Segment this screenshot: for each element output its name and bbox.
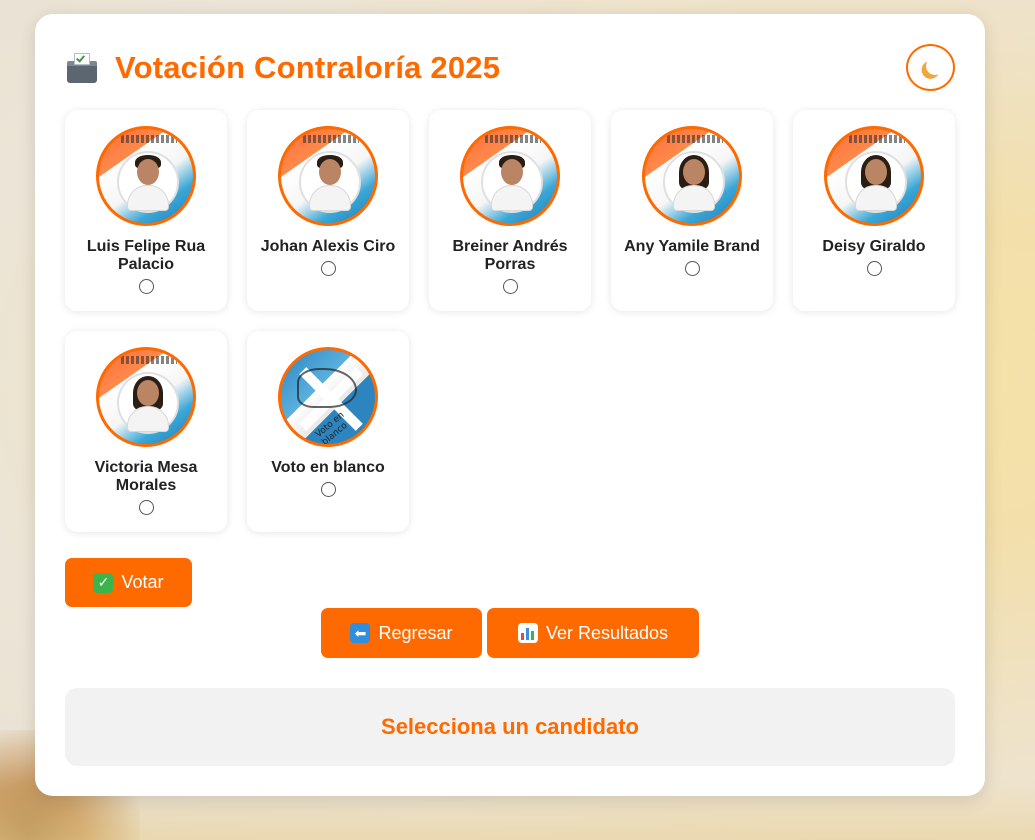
candidate-name: Breiner Andrés Porras bbox=[452, 238, 568, 273]
theme-toggle-button[interactable] bbox=[906, 44, 955, 91]
candidate-name: Voto en blanco bbox=[271, 459, 385, 476]
candidate-grid: Luis Felipe Rua Palacio Johan Alexis Cir… bbox=[65, 110, 957, 532]
candidate-name: Victoria Mesa Morales bbox=[94, 459, 198, 494]
bar-chart-icon bbox=[517, 623, 538, 643]
candidate-radio[interactable] bbox=[502, 279, 518, 294]
candidate-name: Luis Felipe Rua Palacio bbox=[86, 238, 206, 273]
candidate-radio[interactable] bbox=[138, 500, 154, 515]
candidate-radio[interactable] bbox=[320, 482, 336, 497]
candidate-name: Any Yamile Brand bbox=[624, 238, 760, 255]
vote-button-label: Votar bbox=[121, 572, 164, 592]
candidate-photo bbox=[642, 126, 742, 226]
voting-card: Votación Contraloría 2025 Luis Felipe Ru… bbox=[35, 14, 985, 796]
candidate-radio[interactable] bbox=[320, 261, 336, 276]
candidate-photo bbox=[96, 126, 196, 226]
candidate-photo bbox=[460, 126, 560, 226]
header: Votación Contraloría 2025 bbox=[65, 50, 500, 86]
candidate-name: Johan Alexis Ciro bbox=[260, 238, 396, 255]
results-button[interactable]: Ver Resultados bbox=[487, 608, 699, 658]
arrow-left-icon: ⬅ bbox=[350, 623, 371, 643]
candidate-radio[interactable] bbox=[684, 261, 700, 276]
page-title: Votación Contraloría 2025 bbox=[115, 50, 501, 85]
results-button-label: Ver Resultados bbox=[545, 622, 669, 643]
candidate-name: Deisy Giraldo bbox=[822, 238, 926, 255]
status-message: Selecciona un candidato bbox=[381, 714, 639, 739]
candidate-card[interactable]: Breiner Andrés Porras bbox=[429, 110, 591, 311]
ballot-box-icon bbox=[65, 51, 99, 85]
moon-icon bbox=[924, 55, 945, 76]
candidate-card[interactable]: Victoria Mesa Morales bbox=[65, 331, 227, 532]
vote-button[interactable]: ✓ Votar bbox=[65, 558, 192, 607]
candidate-photo bbox=[278, 126, 378, 226]
candidate-card[interactable]: Luis Felipe Rua Palacio bbox=[65, 110, 227, 311]
candidate-card[interactable]: Johan Alexis Ciro bbox=[247, 110, 409, 311]
back-button-label: Regresar bbox=[378, 622, 453, 643]
candidate-radio[interactable] bbox=[866, 261, 882, 276]
candidate-photo bbox=[96, 347, 196, 447]
candidate-photo bbox=[824, 126, 924, 226]
back-button[interactable]: ⬅ Regresar bbox=[321, 608, 482, 658]
candidate-card[interactable]: Any Yamile Brand bbox=[611, 110, 773, 311]
candidate-radio[interactable] bbox=[138, 279, 154, 294]
check-icon: ✓ bbox=[93, 572, 114, 593]
blank-vote-photo: Voto en blanco bbox=[278, 347, 378, 447]
candidate-card[interactable]: Deisy Giraldo bbox=[793, 110, 955, 311]
candidate-card[interactable]: Voto en blanco Voto en blanco bbox=[247, 331, 409, 532]
status-message-box: Selecciona un candidato bbox=[65, 688, 955, 766]
